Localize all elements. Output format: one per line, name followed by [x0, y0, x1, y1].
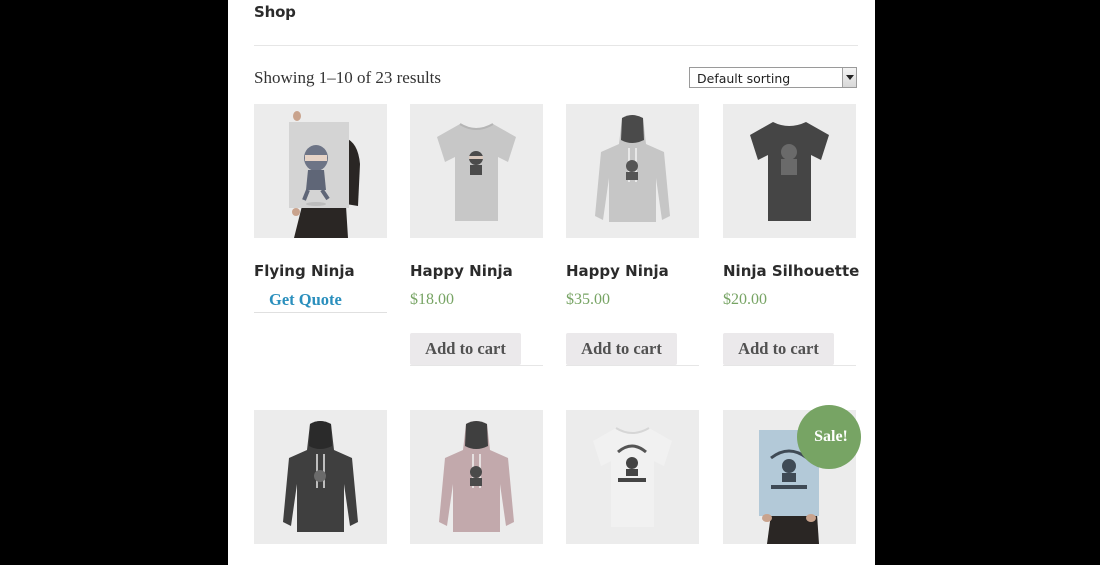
product-title[interactable]: Ninja Silhouette [723, 262, 859, 280]
add-to-cart-button[interactable]: Add to cart [723, 333, 834, 365]
product-title[interactable]: Flying Ninja [254, 262, 355, 280]
product-image-hoodie-light[interactable] [566, 104, 699, 238]
add-to-cart-button[interactable]: Add to cart [566, 333, 677, 365]
sorting-select[interactable]: Default sorting [689, 67, 857, 88]
product-image-tshirt-dark[interactable] [723, 104, 856, 238]
product-image-tshirt-woo-logo[interactable] [566, 410, 699, 544]
product-title[interactable]: Happy Ninja [410, 262, 513, 280]
product-image-poster-flying-ninja[interactable] [254, 104, 387, 238]
product-price: $20.00 [723, 291, 767, 308]
product-price: $35.00 [566, 291, 610, 308]
card-divider [723, 365, 856, 366]
product-price: $18.00 [410, 291, 454, 308]
shop-page: Shop Showing 1–10 of 23 results Default … [228, 0, 875, 565]
header-divider [254, 45, 858, 46]
product-image-tshirt-light[interactable] [410, 104, 543, 238]
page-title: Shop [254, 3, 296, 21]
card-divider [410, 365, 543, 366]
sorting-selected-value: Default sorting [697, 71, 791, 86]
add-to-cart-button[interactable]: Add to cart [410, 333, 521, 365]
product-image-hoodie-dark[interactable] [254, 410, 387, 544]
card-divider [566, 365, 699, 366]
get-quote-link[interactable]: Get Quote [269, 290, 342, 310]
chevron-down-icon[interactable] [842, 68, 856, 87]
result-count: Showing 1–10 of 23 results [254, 68, 441, 87]
product-title[interactable]: Happy Ninja [566, 262, 669, 280]
quote-link-wrapper: Get Quote [254, 290, 387, 313]
sale-badge: Sale! [797, 405, 861, 469]
product-image-hoodie-pink[interactable] [410, 410, 543, 544]
